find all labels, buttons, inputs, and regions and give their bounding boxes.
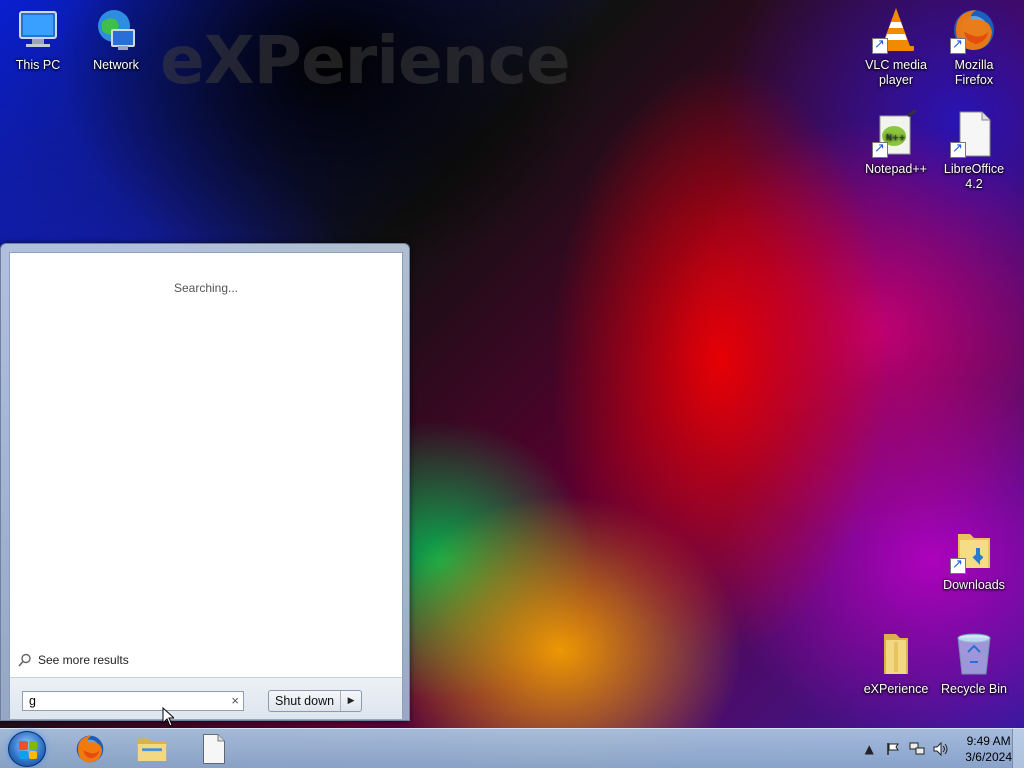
search-input-value: g bbox=[29, 694, 36, 708]
svg-text:N++: N++ bbox=[886, 133, 905, 142]
taskbar: ▲ 9:49 AM 3/6/2024 bbox=[0, 728, 1024, 768]
shutdown-control: Shut down ▶ bbox=[268, 690, 363, 712]
notepad-plus-plus-icon: N++ bbox=[872, 108, 920, 158]
desktop-icon-label: Recycle Bin bbox=[941, 682, 1007, 696]
recycle-bin-icon bbox=[950, 630, 998, 678]
firefox-icon bbox=[76, 735, 104, 763]
libreoffice-icon bbox=[950, 110, 998, 158]
desktop-icon-label: VLC media player bbox=[865, 58, 927, 87]
shortcut-arrow-icon bbox=[872, 36, 888, 54]
clear-search-icon[interactable]: × bbox=[231, 692, 239, 710]
shutdown-options-arrow-icon[interactable]: ▶ bbox=[341, 691, 361, 711]
action-center-flag-icon[interactable] bbox=[885, 741, 901, 757]
see-more-results-link[interactable]: See more results bbox=[18, 653, 129, 667]
wallpaper-watermark: eXPerience bbox=[160, 22, 571, 99]
desktop-icon-libreoffice[interactable]: LibreOffice 4.2 bbox=[936, 110, 1012, 192]
firefox-icon bbox=[950, 6, 998, 54]
desktop-icon-label: Notepad++ bbox=[865, 162, 927, 176]
start-menu-results-pane: Searching... See more results g × Shut d… bbox=[9, 252, 403, 719]
desktop-icon-notepad-plus-plus[interactable]: N++ Notepad++ bbox=[858, 108, 934, 177]
shortcut-arrow-icon bbox=[950, 140, 966, 158]
desktop-icon-network[interactable]: Network bbox=[78, 6, 154, 73]
downloads-folder-icon bbox=[950, 526, 998, 574]
desktop-icon-firefox[interactable]: Mozilla Firefox bbox=[936, 6, 1012, 88]
show-desktop-button[interactable] bbox=[1012, 729, 1024, 768]
system-tray: ▲ 9:49 AM 3/6/2024 bbox=[861, 729, 1012, 768]
mouse-cursor-icon bbox=[162, 707, 174, 727]
shortcut-arrow-icon bbox=[950, 36, 966, 54]
volume-icon[interactable] bbox=[933, 741, 949, 757]
search-status-text: Searching... bbox=[173, 281, 239, 295]
desktop-icon-label: Downloads bbox=[943, 578, 1005, 592]
start-button[interactable] bbox=[8, 731, 46, 767]
computer-icon bbox=[14, 6, 62, 54]
folder-icon bbox=[137, 738, 167, 762]
desktop-icon-downloads[interactable]: Downloads bbox=[936, 526, 1012, 593]
network-icon bbox=[92, 6, 140, 54]
show-hidden-icons-chevron-icon[interactable]: ▲ bbox=[861, 741, 877, 757]
taskbar-file-explorer-button[interactable] bbox=[124, 731, 180, 767]
folder-icon bbox=[872, 630, 920, 678]
shortcut-arrow-icon bbox=[872, 140, 888, 158]
network-status-icon[interactable] bbox=[909, 741, 925, 757]
desktop-icon-this-pc[interactable]: This PC bbox=[0, 6, 76, 73]
taskbar-libreoffice-button[interactable] bbox=[186, 731, 242, 767]
clock-date: 3/6/2024 bbox=[965, 750, 1012, 764]
desktop-icon-label: Network bbox=[93, 58, 139, 72]
desktop-icon-label: This PC bbox=[15, 58, 61, 72]
libreoffice-icon bbox=[203, 734, 225, 764]
desktop-icon-label: Mozilla Firefox bbox=[954, 58, 994, 87]
desktop-icon-label: eXPerience bbox=[863, 682, 929, 696]
start-menu: Searching... See more results g × Shut d… bbox=[0, 243, 410, 721]
desktop-icon-label: LibreOffice 4.2 bbox=[943, 162, 1005, 191]
see-more-results-label: See more results bbox=[38, 653, 129, 667]
clock-time: 9:49 AM bbox=[966, 734, 1011, 748]
search-icon bbox=[18, 653, 31, 667]
taskbar-clock[interactable]: 9:49 AM 3/6/2024 bbox=[965, 733, 1012, 765]
desktop-icon-vlc[interactable]: VLC media player bbox=[858, 6, 934, 88]
desktop-icon-experience-folder[interactable]: eXPerience bbox=[858, 630, 934, 697]
desktop-icon-recycle-bin[interactable]: Recycle Bin bbox=[936, 630, 1012, 697]
vlc-icon bbox=[872, 6, 920, 54]
start-menu-bottom-bar: g × Shut down ▶ bbox=[10, 677, 402, 719]
windows-logo-icon bbox=[19, 741, 37, 759]
shutdown-button[interactable]: Shut down bbox=[269, 691, 342, 711]
shortcut-arrow-icon bbox=[950, 556, 966, 574]
start-search-input[interactable]: g × bbox=[22, 691, 244, 711]
taskbar-firefox-button[interactable] bbox=[62, 731, 118, 767]
